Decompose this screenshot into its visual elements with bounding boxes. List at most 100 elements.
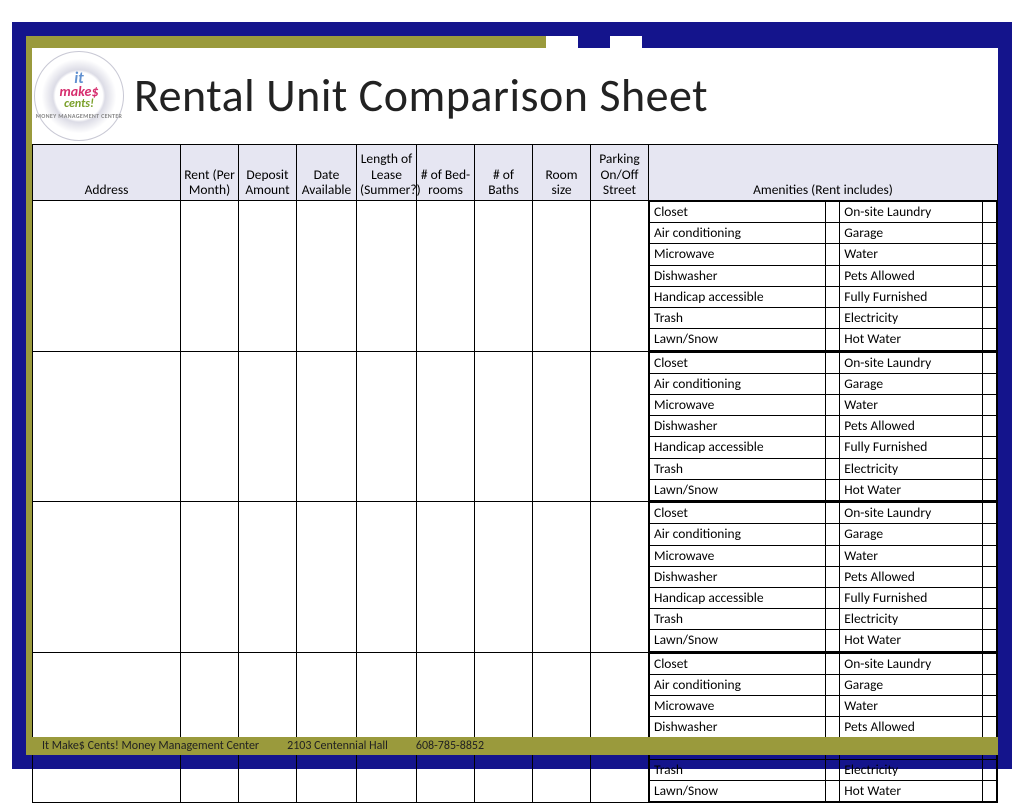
amenity-checkbox[interactable] [826, 759, 840, 780]
amenity-checkbox[interactable] [983, 630, 997, 651]
amenity-checkbox[interactable] [983, 545, 997, 566]
amenity-checkbox[interactable] [826, 696, 840, 717]
amenity-checkbox[interactable] [983, 202, 997, 223]
empty-cell[interactable] [475, 502, 533, 653]
amenity-checkbox[interactable] [826, 202, 840, 223]
empty-cell[interactable] [239, 652, 297, 803]
amenity-checkbox[interactable] [826, 286, 840, 307]
empty-cell[interactable] [33, 201, 181, 352]
amenity-checkbox[interactable] [983, 223, 997, 244]
empty-cell[interactable] [297, 502, 357, 653]
empty-cell[interactable] [357, 201, 417, 352]
empty-cell[interactable] [417, 502, 475, 653]
empty-cell[interactable] [297, 652, 357, 803]
amenity-checkbox[interactable] [983, 352, 997, 373]
amenity-checkbox[interactable] [983, 479, 997, 500]
top-accent-bar [26, 36, 998, 48]
amenity-checkbox[interactable] [983, 609, 997, 630]
amenity-checkbox[interactable] [983, 759, 997, 780]
amenity-checkbox[interactable] [826, 503, 840, 524]
empty-cell[interactable] [533, 351, 591, 502]
empty-cell[interactable] [181, 502, 239, 653]
empty-cell[interactable] [181, 201, 239, 352]
amenity-checkbox[interactable] [983, 308, 997, 329]
empty-cell[interactable] [591, 502, 649, 653]
empty-cell[interactable] [475, 351, 533, 502]
amenity-checkbox[interactable] [983, 329, 997, 350]
empty-cell[interactable] [357, 502, 417, 653]
empty-cell[interactable] [533, 502, 591, 653]
amenity-checkbox[interactable] [826, 479, 840, 500]
amenity-checkbox[interactable] [826, 416, 840, 437]
amenity-checkbox[interactable] [983, 696, 997, 717]
amenity-checkbox[interactable] [826, 308, 840, 329]
amenity-checkbox[interactable] [826, 545, 840, 566]
amenity-checkbox[interactable] [826, 223, 840, 244]
empty-cell[interactable] [357, 351, 417, 502]
empty-cell[interactable] [181, 351, 239, 502]
amenity-checkbox[interactable] [983, 587, 997, 608]
amenity-checkbox[interactable] [983, 458, 997, 479]
amenity-checkbox[interactable] [826, 352, 840, 373]
amenity-checkbox[interactable] [826, 329, 840, 350]
empty-cell[interactable] [533, 652, 591, 803]
amenity-checkbox[interactable] [826, 524, 840, 545]
empty-cell[interactable] [533, 201, 591, 352]
table-row: ClosetOn-site LaundryAir conditioningGar… [33, 201, 998, 352]
amenity-checkbox[interactable] [826, 437, 840, 458]
amenity-checkbox[interactable] [826, 780, 840, 801]
amenity-label: Lawn/Snow [650, 630, 826, 651]
empty-cell[interactable] [357, 652, 417, 803]
empty-cell[interactable] [591, 652, 649, 803]
amenity-checkbox[interactable] [826, 717, 840, 738]
amenity-checkbox[interactable] [826, 244, 840, 265]
empty-cell[interactable] [591, 201, 649, 352]
amenity-checkbox[interactable] [983, 524, 997, 545]
amenity-checkbox[interactable] [983, 780, 997, 801]
amenity-checkbox[interactable] [983, 265, 997, 286]
amenity-label: Hot Water [840, 479, 983, 500]
amenity-checkbox[interactable] [826, 674, 840, 695]
empty-cell[interactable] [417, 652, 475, 803]
empty-cell[interactable] [297, 201, 357, 352]
empty-cell[interactable] [591, 351, 649, 502]
empty-cell[interactable] [239, 502, 297, 653]
amenity-checkbox[interactable] [983, 286, 997, 307]
amenity-checkbox[interactable] [826, 373, 840, 394]
empty-cell[interactable] [33, 502, 181, 653]
footer-org: It Make$ Cents! Money Management Center [42, 739, 259, 753]
amenity-checkbox[interactable] [983, 717, 997, 738]
amenity-checkbox[interactable] [826, 566, 840, 587]
empty-cell[interactable] [417, 351, 475, 502]
amenity-checkbox[interactable] [826, 394, 840, 415]
amenity-checkbox[interactable] [983, 566, 997, 587]
amenity-checkbox[interactable] [826, 587, 840, 608]
page-title: Rental Unit Comparison Sheet [134, 68, 708, 124]
amenity-checkbox[interactable] [826, 630, 840, 651]
empty-cell[interactable] [239, 201, 297, 352]
col-date: Date Available [297, 145, 357, 201]
amenity-checkbox[interactable] [826, 609, 840, 630]
amenity-label: Microwave [650, 394, 826, 415]
empty-cell[interactable] [33, 652, 181, 803]
amenity-checkbox[interactable] [983, 244, 997, 265]
amenity-label: Water [840, 244, 983, 265]
amenity-checkbox[interactable] [983, 503, 997, 524]
amenity-checkbox[interactable] [983, 653, 997, 674]
empty-cell[interactable] [181, 652, 239, 803]
empty-cell[interactable] [239, 351, 297, 502]
empty-cell[interactable] [417, 201, 475, 352]
amenity-checkbox[interactable] [983, 416, 997, 437]
amenity-checkbox[interactable] [826, 265, 840, 286]
amenity-checkbox[interactable] [983, 437, 997, 458]
amenity-label: On-site Laundry [840, 352, 983, 373]
amenity-checkbox[interactable] [826, 458, 840, 479]
empty-cell[interactable] [475, 652, 533, 803]
empty-cell[interactable] [33, 351, 181, 502]
empty-cell[interactable] [475, 201, 533, 352]
amenity-checkbox[interactable] [983, 373, 997, 394]
amenity-checkbox[interactable] [983, 674, 997, 695]
empty-cell[interactable] [297, 351, 357, 502]
amenity-checkbox[interactable] [826, 653, 840, 674]
amenity-checkbox[interactable] [983, 394, 997, 415]
